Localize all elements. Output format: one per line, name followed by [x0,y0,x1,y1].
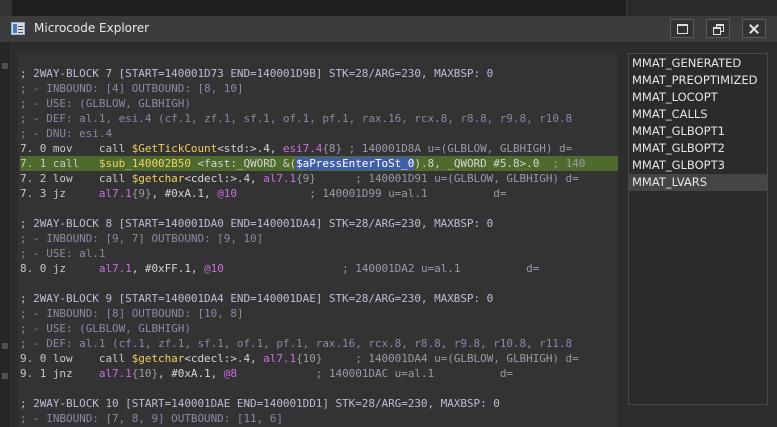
address-comment: ; 140001DAC u=al.1 d= [236,367,513,380]
operand-text: <fast:_QWORD &( [190,157,297,170]
restore-icon [713,24,724,35]
address-comment: ; 140001D99 u=al.1 d= [236,187,507,200]
function-name[interactable]: $getchar [132,172,185,185]
block-use: ; - USE: al.1 [20,247,106,260]
function-name[interactable]: $GetTickCount [132,142,218,155]
value-tag: {10} [131,367,159,380]
gutter-marker [2,373,8,379]
restore-button[interactable] [706,19,730,38]
instruction-prefix: 8. 0 jz [20,262,99,275]
variable-name[interactable]: esi7.4 [283,142,322,155]
block-header: ; 2WAY-BLOCK 8 [START=140001DA0 END=1400… [20,217,494,230]
close-button[interactable] [742,19,766,38]
address-comment: ; 140001D91 u=(GLBLOW, GLBHIGH) d= [315,172,579,185]
maturity-list-item[interactable]: MMAT_GENERATED [629,55,767,72]
instruction-line[interactable]: 9. 0 low call $getchar<cdecl:>.4, al7.1{… [20,351,618,366]
block-dnu: ; - DNU: esi.4 [20,127,113,140]
maturity-list[interactable]: MMAT_GENERATED MMAT_PREOPTIMIZED MMAT_LOCO… [628,53,768,405]
left-gutter [0,43,10,427]
variable-name[interactable]: al7.1 [263,352,296,365]
background-tab [0,0,12,16]
close-icon [749,24,759,34]
instruction-prefix: 7. 0 mov call [20,142,132,155]
gutter-marker [2,63,8,69]
value-tag: {10} [296,352,323,365]
instruction-line-selected[interactable]: 7. 1 call $sub_140002B50 <fast:_QWORD &(… [20,156,618,171]
maturity-list-item[interactable]: MMAT_LVARS [629,174,767,191]
operand-text: <cdecl:>.4, [184,172,264,185]
block-inbound: ; - INBOUND: [4] OUTBOUND: [8, 10] [20,82,244,95]
block-use: ; - USE: (GLBLOW, GLBHIGH) [20,97,191,110]
instruction-prefix: 7. 3 jz [20,187,99,200]
block-use: ; - USE: (GLBLOW, GLBHIGH) [20,322,191,335]
instruction-prefix: 7. 2 low call [20,172,132,185]
operand-text: , #0xFF.1, [131,262,205,275]
block-header: ; 2WAY-BLOCK 7 [START=140001D73 END=1400… [20,67,494,80]
instruction-line[interactable]: 7. 0 mov call $GetTickCount<std:>.4, esi… [20,141,618,156]
gutter-marker [2,343,8,349]
variable-name[interactable]: al7.1 [99,367,132,380]
block-def: ; - DEF: al.1, esi.4 (cf.1, zf.1, sf.1, … [20,112,573,125]
background-panel [626,0,777,16]
maturity-list-item[interactable]: MMAT_CALLS [629,106,767,123]
address-comment: ; 140001D8A u=(GLBLOW, GLBHIGH) d= [342,142,573,155]
microcode-listing[interactable]: ; 2WAY-BLOCK 7 [START=140001D73 END=1400… [18,53,618,427]
instruction-line[interactable]: 7. 2 low call $getchar<cdecl:>.4, al7.1{… [20,171,618,186]
instruction-line[interactable]: 9. 1 jnz al7.1{10}, #0xA.1, @8 ; 140001D… [20,366,618,381]
variable-name[interactable]: al7.1 [263,172,296,185]
value-tag: {9} [131,187,152,200]
instruction-line[interactable]: 8. 0 jz al7.1, #0xFF.1, @10 ; 140001DA2 … [20,261,618,276]
jump-label[interactable]: @8 [224,367,237,380]
variable-name[interactable]: al7.1 [99,187,132,200]
block-header: ; 2WAY-BLOCK 10 [START=140001DAE END=140… [20,397,500,410]
address-comment: ; 140 [539,157,586,170]
value-tag: {9} [296,172,316,185]
block-inbound: ; - INBOUND: [8] OUTBOUND: [10, 8] [20,307,244,320]
maturity-list-item[interactable]: MMAT_PREOPTIMIZED [629,72,767,89]
instruction-prefix: 9. 0 low call [20,352,132,365]
operand-text: <cdecl:>.4, [184,352,264,365]
maturity-list-item[interactable]: MMAT_GLBOPT3 [629,157,767,174]
instruction-prefix: 7. 1 call [20,157,99,170]
title-bar[interactable]: Microcode Explorer [0,16,777,43]
operand-text: <std:>.4, [217,142,283,155]
function-name[interactable]: $getchar [132,352,185,365]
background-strip [0,0,777,16]
jump-label[interactable]: @10 [217,187,237,200]
value-tag: {8} [322,142,343,155]
operand-text: , #0xA.1, [151,187,218,200]
maturity-list-item[interactable]: MMAT_LOCOPT [629,89,767,106]
window-title: Microcode Explorer [34,21,150,35]
block-inbound: ; - INBOUND: [7, 8, 9] OUTBOUND: [11, 6] [20,412,283,425]
instruction-line[interactable]: 7. 3 jz al7.1{9}, #0xA.1, @10 ; 140001D9… [20,186,618,201]
maximize-button[interactable] [670,19,694,38]
variable-name[interactable]: al7.1 [99,262,132,275]
address-comment: ; 140001DA4 u=(GLBLOW, GLBHIGH) d= [322,352,579,365]
maturity-list-item[interactable]: MMAT_GLBOPT1 [629,123,767,140]
block-inbound: ; - INBOUND: [9, 7] OUTBOUND: [9, 10] [20,232,264,245]
operand-text: , #0xA.1, [158,367,224,380]
microcode-window-icon [11,22,25,35]
function-name[interactable]: $sub_140002B50 [99,157,191,170]
instruction-prefix: 9. 1 jnz [20,367,99,380]
jump-label[interactable]: @10 [204,262,224,275]
selected-symbol[interactable]: $aPressEnterToSt_0 [296,157,414,170]
block-def: ; - DEF: al.1 (cf.1, zf.1, sf.1, of.1, p… [20,337,573,350]
maximize-icon [676,23,688,34]
address-comment: ; 140001DA2 u=al.1 d= [223,262,540,275]
operand-text: ).8, _QWORD #5.8>.0 [414,157,540,170]
maturity-list-item[interactable]: MMAT_GLBOPT2 [629,140,767,157]
block-header: ; 2WAY-BLOCK 9 [START=140001DA4 END=1400… [20,292,494,305]
